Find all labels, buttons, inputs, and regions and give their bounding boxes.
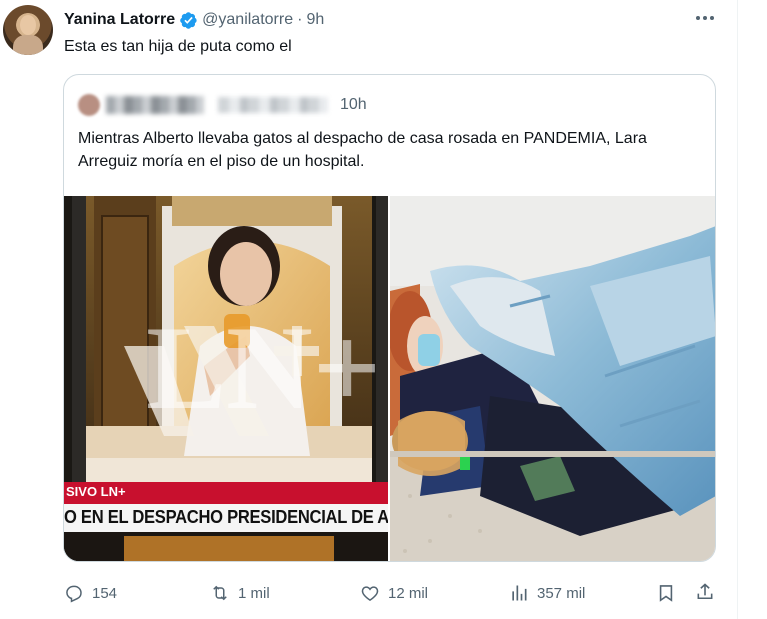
quoted-text: Mientras Alberto llevaba gatos al despac…	[78, 130, 647, 170]
post-actions: 154 1 mil 12 mil 357 mil	[0, 578, 737, 608]
reply-button[interactable]: 154	[64, 578, 117, 608]
ln-watermark: LN+	[146, 301, 382, 434]
news-banner-top-text: SIVO LN+	[66, 484, 126, 499]
like-button[interactable]: 12 mil	[360, 578, 428, 608]
reply-icon	[66, 585, 82, 603]
repost-count: 1 mil	[238, 584, 270, 602]
views-count: 357 mil	[537, 584, 586, 602]
author-avatar[interactable]	[3, 5, 53, 55]
timeline-divider	[737, 0, 738, 619]
separator-dot: ·	[297, 11, 303, 28]
author-handle[interactable]: @yanilatorre	[202, 11, 293, 29]
quoted-avatar-blurred	[78, 94, 100, 116]
hospital-photo-illustration	[390, 196, 715, 561]
media-photo-hospital[interactable]	[390, 196, 715, 561]
author-name[interactable]: Yanina Latorre	[64, 11, 175, 29]
bookmark-icon[interactable]	[656, 583, 676, 603]
quoted-handle-blurred	[218, 97, 328, 113]
post-time[interactable]: 9h	[306, 11, 324, 29]
views-button[interactable]: 357 mil	[509, 578, 585, 608]
like-count: 12 mil	[388, 584, 429, 602]
share-icon[interactable]	[695, 582, 715, 602]
views-chart-icon	[512, 585, 527, 601]
news-banner-bottom-text: O EN EL DESPACHO PRESIDENCIAL DE ALI	[64, 507, 388, 527]
quoted-name-blurred	[106, 96, 204, 114]
repost-button[interactable]: 1 mil	[210, 578, 270, 608]
repost-icon	[213, 585, 227, 601]
quoted-time: 10h	[340, 96, 367, 113]
heart-icon	[361, 586, 379, 601]
post-text: Esta es tan hija de puta como el	[64, 38, 292, 55]
quoted-post[interactable]: 10h Mientras Alberto llevaba gatos al de…	[63, 74, 716, 562]
reply-count: 154	[92, 584, 118, 602]
more-options-icon[interactable]	[693, 8, 717, 28]
post-header: Yanina Latorre @yanilatorre · 9h	[64, 9, 324, 31]
verified-badge-icon	[180, 11, 197, 29]
quoted-header: 10h	[78, 93, 367, 117]
media-photo-office[interactable]: SIVO LN+ O EN EL DESPACHO PRESIDENCIAL D…	[64, 196, 388, 561]
